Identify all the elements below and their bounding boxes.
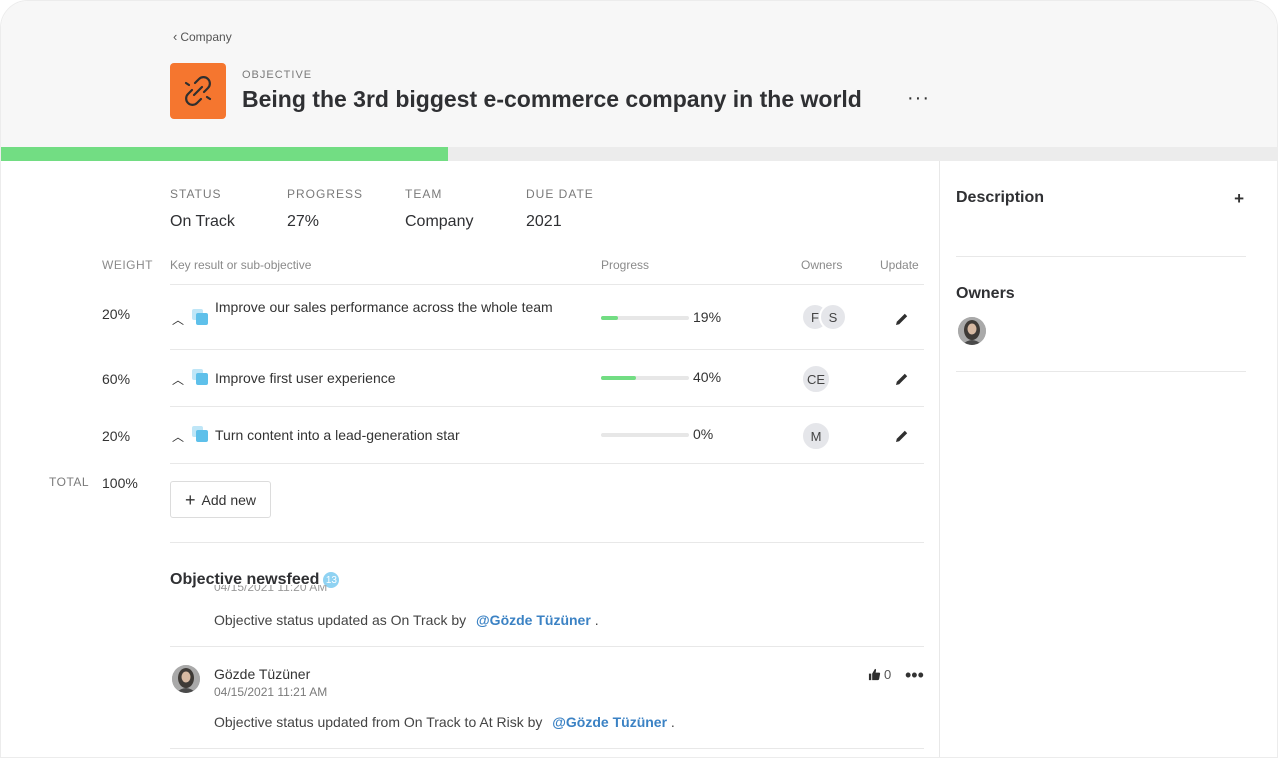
feed-divider [170, 748, 924, 749]
avatar[interactable]: CE [801, 364, 831, 394]
row-weight[interactable]: 20% [102, 428, 130, 444]
owners-section: Owners [956, 285, 1246, 372]
objective-progress-bar [1, 147, 1277, 161]
meta-progress: PROGRESS 27% [287, 187, 363, 231]
pencil-icon[interactable] [894, 428, 910, 444]
chevron-up-icon[interactable]: ︿ [172, 428, 184, 445]
feed-entry-suffix: . [670, 714, 675, 730]
meta-team[interactable]: TEAM Company [405, 187, 473, 231]
progress-header: Progress [601, 258, 650, 272]
thumbs-up-icon [868, 668, 881, 681]
meta-progress-label: PROGRESS [287, 187, 364, 201]
more-options-icon[interactable]: ••• [905, 665, 924, 686]
progress-fill [601, 316, 618, 320]
description-title: Description [956, 189, 1045, 206]
feed-date-clipped: 04/15/2021 11:20 AM [214, 585, 328, 594]
feed-divider [170, 646, 924, 647]
chevron-left-icon: ‹ [173, 29, 178, 44]
meta-due-label: DUE DATE [526, 187, 594, 201]
objective-progress-fill [1, 147, 449, 161]
key-result-progress-label: 40% [693, 369, 722, 385]
table-row[interactable]: ︿ Improve our sales performance across t… [170, 285, 924, 349]
avatar[interactable]: S [819, 303, 847, 331]
key-result-progress-bar [601, 433, 689, 437]
total-value: 100% [102, 475, 138, 491]
user-mention[interactable]: @Gözde Tüzüner [476, 612, 591, 628]
pencil-icon[interactable] [894, 371, 910, 387]
owners-header: Owners [801, 258, 843, 272]
feed-entry-message: Objective status updated as On Track by [214, 612, 467, 628]
breadcrumb[interactable]: ‹ Company [173, 30, 232, 44]
add-new-button[interactable]: + Add new [170, 481, 271, 518]
objective-kicker: OBJECTIVE [242, 69, 313, 81]
key-result-progress-bar [601, 376, 689, 380]
meta-team-label: TEAM [405, 187, 443, 201]
feed-entry-message: Objective status updated from On Track t… [214, 714, 543, 730]
more-options-icon[interactable]: ··· [907, 87, 930, 110]
key-result-progress-label: 0% [693, 426, 714, 442]
section-divider [170, 542, 924, 543]
avatar[interactable] [958, 317, 986, 345]
page-title[interactable]: Being the 3rd biggest e-commerce company… [242, 86, 862, 113]
add-new-label: Add new [201, 491, 256, 508]
meta-due-date[interactable]: DUE DATE 2021 [526, 187, 594, 231]
total-label: TOTAL [49, 475, 90, 489]
avatar[interactable] [172, 665, 200, 693]
breadcrumb-label: Company [180, 30, 232, 44]
feed-author[interactable]: Gözde Tüzüner [214, 666, 310, 682]
meta-status-value: On Track [170, 213, 235, 230]
feed-entry-text: Objective status updated from On Track t… [214, 714, 675, 730]
objective-header: ‹ Company OBJECTIVE Being the 3rd bigges… [1, 1, 1277, 147]
weight-header: WEIGHT [102, 258, 153, 272]
key-result-icon [192, 309, 208, 325]
key-result-progress-bar [601, 316, 689, 320]
user-mention[interactable]: @Gözde Tüzüner [552, 714, 667, 730]
feed-entry-text: Objective status updated as On Track by … [214, 612, 599, 628]
row-weight[interactable]: 60% [102, 371, 130, 387]
meta-status[interactable]: STATUS On Track [170, 187, 235, 231]
progress-fill [601, 376, 637, 380]
link-icon [170, 63, 226, 119]
key-result-icon [192, 426, 208, 442]
table-row[interactable]: ︿ Turn content into a lead-generation st… [170, 407, 924, 464]
owners-title: Owners [956, 285, 1015, 302]
add-description-button[interactable]: + [1234, 189, 1244, 209]
row-weight[interactable]: 20% [102, 306, 130, 322]
like-count: 0 [884, 667, 892, 682]
feed-date: 04/15/2021 11:21 AM [214, 685, 328, 699]
table-row[interactable]: ︿ Improve first user experience 40% CE [170, 350, 924, 407]
avatar[interactable]: M [801, 421, 831, 451]
key-result-name[interactable]: Improve first user experience [215, 368, 565, 388]
description-section: Description + [956, 189, 1246, 257]
meta-due-value: 2021 [526, 213, 562, 230]
chevron-up-icon[interactable]: ︿ [172, 311, 184, 328]
like-button[interactable]: 0 [868, 667, 891, 682]
key-result-progress-label: 19% [693, 309, 722, 325]
details-sidebar: Description + Owners [939, 161, 1277, 757]
key-result-name[interactable]: Turn content into a lead-generation star [215, 425, 565, 445]
plus-icon: + [185, 489, 196, 510]
meta-status-label: STATUS [170, 187, 222, 201]
chevron-up-icon[interactable]: ︿ [172, 371, 184, 388]
key-result-icon [192, 369, 208, 385]
meta-team-value: Company [405, 213, 474, 230]
meta-progress-value: 27% [287, 213, 320, 230]
row-divider [170, 463, 924, 464]
name-header: Key result or sub-objective [170, 258, 312, 272]
update-header: Update [880, 258, 919, 272]
app-window: ‹ Company OBJECTIVE Being the 3rd bigges… [0, 0, 1278, 758]
key-result-name[interactable]: Improve our sales performance across the… [215, 297, 565, 317]
pencil-icon[interactable] [894, 311, 910, 327]
feed-entry-suffix: . [594, 612, 599, 628]
